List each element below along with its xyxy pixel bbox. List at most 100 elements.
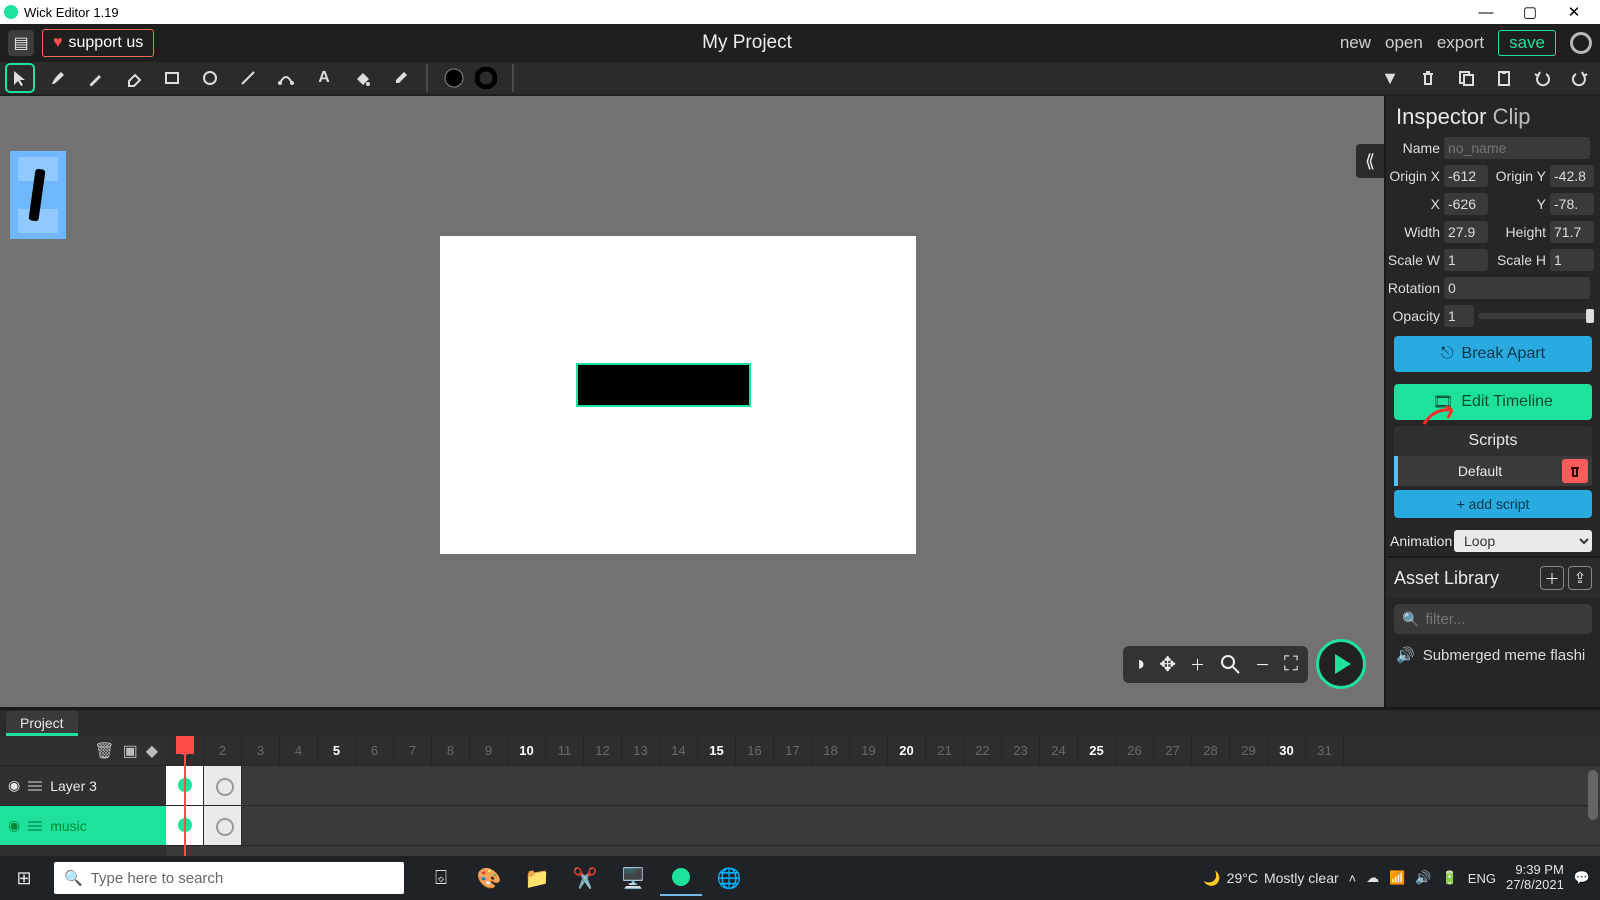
zoom-out-icon[interactable]: － [1255,654,1270,675]
menu-new[interactable]: new [1340,33,1371,53]
break-apart-button[interactable]: ⎋ Break Apart [1394,336,1592,372]
drag-handle-icon[interactable] [28,781,42,791]
settings-icon[interactable] [1570,32,1592,54]
zoom-icon[interactable] [1219,653,1241,675]
text-tool[interactable]: A [312,66,336,90]
ruler-tick[interactable]: 9 [470,736,508,765]
trash-icon[interactable] [1416,66,1440,90]
canvas-area[interactable]: ⟪ ◑ ✥ ＋ － ⛶ [0,96,1384,707]
menu-open[interactable]: open [1385,33,1423,53]
volume-icon[interactable]: 🔊 [1415,870,1431,886]
fill-color-swatch[interactable] [442,66,466,90]
eyedropper-tool[interactable] [388,66,412,90]
ruler-tick[interactable]: 4 [280,736,318,765]
ruler-tick[interactable]: 26 [1116,736,1154,765]
originx-field[interactable] [1444,165,1488,187]
layer-options-icon[interactable]: ▣ [123,741,138,761]
ruler-tick[interactable]: 10 [508,736,546,765]
animation-select[interactable]: Loop [1454,530,1592,552]
dropdown-icon[interactable]: ▼ [1378,66,1402,90]
play-button[interactable] [1316,639,1366,689]
pan-icon[interactable]: ✥ [1159,652,1176,677]
ruler-tick[interactable]: 31 [1306,736,1344,765]
originy-field[interactable] [1550,165,1594,187]
ruler-tick[interactable]: 29 [1230,736,1268,765]
ruler-tick[interactable]: 16 [736,736,774,765]
eraser-tool[interactable] [122,66,146,90]
timeline-tab-project[interactable]: Project [6,711,78,736]
script-row-default[interactable]: Default [1394,456,1592,486]
ellipse-tool[interactable] [198,66,222,90]
asset-item[interactable]: 🔊 Submerged meme flashi [1386,640,1600,670]
delete-layer-icon[interactable]: 🗑 [94,741,114,761]
redo-icon[interactable] [1568,66,1592,90]
ruler-tick[interactable]: 5 [318,736,356,765]
task-view-icon[interactable]: ⌺ [420,860,462,896]
pencil-tool[interactable] [84,66,108,90]
cursor-tool[interactable] [8,66,32,90]
support-us-button[interactable]: ♥ support us [42,29,154,57]
paint-icon[interactable]: 🎨 [468,860,510,896]
tween-icon[interactable]: ◆ [146,741,158,761]
minimize-button[interactable]: — [1464,4,1508,21]
maximize-button[interactable]: ▢ [1508,3,1552,21]
wifi-icon[interactable]: 📶 [1389,870,1405,886]
ruler-tick[interactable]: 13 [622,736,660,765]
timeline-vertical-scrollbar[interactable] [1588,770,1598,820]
upload-asset-button[interactable]: ⇪ [1568,566,1592,590]
ruler-tick[interactable]: 25 [1078,736,1116,765]
clip-thumbnail[interactable] [10,151,66,239]
track-row[interactable] [166,766,1600,806]
undo-icon[interactable] [1530,66,1554,90]
ruler-tick[interactable]: 18 [812,736,850,765]
line-tool[interactable] [236,66,260,90]
ruler-tick[interactable]: 8 [432,736,470,765]
onedrive-icon[interactable]: ☁ [1366,870,1379,886]
eye-icon[interactable]: ◉ [8,817,20,834]
ruler-tick[interactable]: 17 [774,736,812,765]
chrome-icon[interactable]: 🌐 [708,860,750,896]
ruler-tick[interactable]: 14 [660,736,698,765]
ruler-tick[interactable]: 20 [888,736,926,765]
asset-filter-input[interactable] [1425,611,1600,628]
ruler-tick[interactable]: 15 [698,736,736,765]
close-button[interactable]: ✕ [1552,3,1596,21]
save-button[interactable]: save [1498,30,1556,56]
weather-widget[interactable]: 🌙 29°C Mostly clear [1203,870,1338,887]
fullscreen-icon[interactable]: ⛶ [1284,653,1298,676]
layer-row[interactable]: ◉ music [0,806,166,846]
ruler-tick[interactable]: 27 [1154,736,1192,765]
ruler-tick[interactable]: 22 [964,736,1002,765]
timeline-tracks[interactable]: 1234567891011121314151617181920212223242… [166,736,1600,859]
path-tool[interactable] [274,66,298,90]
menu-export[interactable]: export [1437,33,1484,53]
onion-skin-icon[interactable]: ◑ [1133,653,1145,676]
app-icon[interactable]: 🖥️ [612,860,654,896]
clock[interactable]: 9:39 PM 27/8/2021 [1506,863,1564,893]
ruler-tick[interactable]: 11 [546,736,584,765]
stroke-color-swatch[interactable] [474,66,498,90]
ruler-tick[interactable]: 30 [1268,736,1306,765]
explorer-icon[interactable]: 📁 [516,860,558,896]
start-button[interactable]: ⊞ [0,868,48,889]
rectangle-tool[interactable] [160,66,184,90]
ruler-tick[interactable]: 23 [1002,736,1040,765]
collapse-panel-icon[interactable]: ⟪ [1356,144,1384,178]
height-field[interactable] [1550,221,1594,243]
ruler-tick[interactable]: 21 [926,736,964,765]
empty-keyframe[interactable] [204,766,242,805]
ruler-tick[interactable]: 28 [1192,736,1230,765]
ruler-tick[interactable]: 1 [166,736,204,765]
windows-search[interactable]: 🔍 Type here to search [54,862,404,894]
ruler-tick[interactable]: 24 [1040,736,1078,765]
x-field[interactable] [1444,193,1488,215]
battery-icon[interactable]: 🔋 [1442,870,1458,886]
notifications-icon[interactable]: 💬 [1574,870,1590,886]
language-indicator[interactable]: ENG [1468,871,1496,886]
opacity-field[interactable] [1444,305,1474,327]
eye-icon[interactable]: ◉ [8,777,20,794]
copy-icon[interactable] [1454,66,1478,90]
asset-filter[interactable]: 🔍 [1394,604,1592,634]
ruler-tick[interactable]: 19 [850,736,888,765]
brush-tool[interactable] [46,66,70,90]
